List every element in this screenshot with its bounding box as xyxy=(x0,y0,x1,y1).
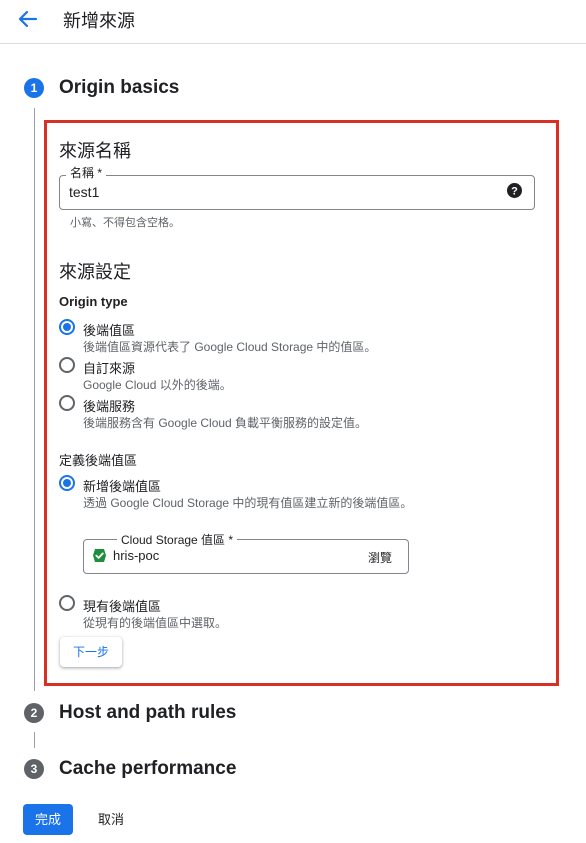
radio-custom-origin-label: 自訂來源 xyxy=(83,361,136,376)
origin-name-field[interactable] xyxy=(59,175,535,210)
origin-name-field-label: 名稱 * xyxy=(66,166,107,180)
origin-name-section-title: 來源名稱 xyxy=(59,141,131,161)
radio-new-bucket-label: 新增後端值區 xyxy=(83,479,162,494)
radio-backend-bucket-desc: 後端值區資源代表了 Google Cloud Storage 中的值區。 xyxy=(83,340,377,354)
radio-backend-service[interactable] xyxy=(59,395,75,411)
svg-text:?: ? xyxy=(511,186,518,198)
browse-button[interactable]: 瀏覽 xyxy=(368,549,392,566)
radio-custom-origin-desc: Google Cloud 以外的後端。 xyxy=(83,378,232,392)
origin-name-hint: 小寫、不得包含空格。 xyxy=(70,217,180,229)
radio-custom-origin[interactable] xyxy=(59,357,75,373)
done-button[interactable]: 完成 xyxy=(23,804,73,835)
radio-existing-bucket-desc: 從現有的後端值區中選取。 xyxy=(83,616,228,630)
radio-new-bucket-desc: 透過 Google Cloud Storage 中的現有值區建立新的後端值區。 xyxy=(83,496,413,510)
page-title: 新增來源 xyxy=(63,11,135,31)
step-3-number: 3 xyxy=(24,759,44,779)
bucket-check-icon xyxy=(92,548,107,563)
step-3-title[interactable]: Cache performance xyxy=(59,758,236,780)
radio-backend-bucket[interactable] xyxy=(59,319,75,335)
radio-existing-bucket-label: 現有後端值區 xyxy=(83,599,162,614)
step-connector xyxy=(34,108,35,691)
radio-new-bucket[interactable] xyxy=(59,475,75,491)
radio-backend-service-desc: 後端服務含有 Google Cloud 負載平衡服務的設定值。 xyxy=(83,416,368,430)
step-2-number: 2 xyxy=(24,703,44,723)
step-2-title[interactable]: Host and path rules xyxy=(59,702,236,724)
radio-backend-bucket-label: 後端值區 xyxy=(83,323,136,338)
define-bucket-label: 定義後端值區 xyxy=(59,453,138,468)
radio-existing-bucket[interactable] xyxy=(59,595,75,611)
storage-bucket-field-label: Cloud Storage 值區 * xyxy=(117,533,238,547)
next-button[interactable]: 下一步 xyxy=(60,637,122,667)
help-icon[interactable]: ? xyxy=(507,183,522,198)
cancel-button[interactable]: 取消 xyxy=(90,804,132,835)
origin-settings-section-title: 來源設定 xyxy=(59,262,131,282)
back-arrow-icon[interactable] xyxy=(14,6,42,32)
step-1-number: 1 xyxy=(24,78,44,98)
origin-type-label: Origin type xyxy=(59,294,128,309)
storage-bucket-value[interactable]: hris-poc xyxy=(113,548,159,563)
step-connector xyxy=(34,732,35,748)
origin-name-input[interactable]: test1 xyxy=(69,184,99,200)
step-1-title[interactable]: Origin basics xyxy=(59,77,179,99)
radio-backend-service-label: 後端服務 xyxy=(83,399,136,414)
